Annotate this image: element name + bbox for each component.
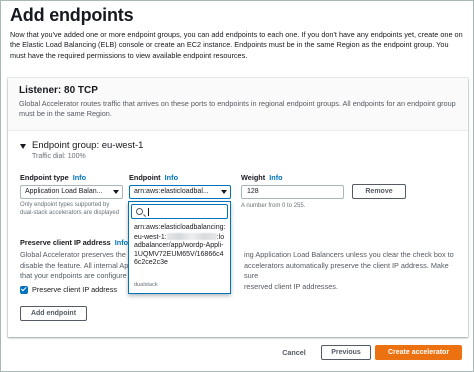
preserve-desc-right: ing Application Load Balancers unless yo… [244,250,460,292]
caret-down-icon [20,143,26,149]
page-title: Add endpoints [10,5,134,25]
preserve-desc-line-3-right: reserved client IP addresses. [244,281,338,291]
preserve-ip-label: Preserve client IP address Info [20,238,128,247]
preserve-desc-line-2-right: accelerators automatically preserve the … [244,260,449,281]
endpoint-dropdown: arn:aws:elasticloadbalancing:eu-west-1::… [128,201,231,294]
listener-header: Listener: 80 TCP Global Accelerator rout… [8,78,468,131]
listener-description: Global Accelerator routes traffic that a… [19,99,456,119]
traffic-dial-text: Traffic dial: 100% [32,153,86,160]
cancel-button[interactable]: Cancel [273,346,315,360]
endpoint-label: Endpoint Info [129,173,178,182]
endpoint-type-label-text: Endpoint type [20,173,69,182]
dropdown-arrow-icon [113,190,119,194]
dropdown-arrow-icon [221,190,227,194]
redacted-account-id [166,232,217,240]
endpoint-group-title: Endpoint group: eu-west-1 [32,140,144,151]
previous-button[interactable]: Previous [321,345,371,360]
endpoint-select[interactable]: arn:aws:elasticloadbal... [129,185,231,199]
endpoint-group-toggle[interactable]: Endpoint group: eu-west-1 [20,140,143,151]
listener-title: Listener: 80 TCP [19,85,98,96]
create-accelerator-button[interactable]: Create accelerator [375,345,462,360]
endpoint-type-info-link[interactable]: Info [73,173,86,182]
wizard-window: Add endpoints Now that you've added one … [0,0,474,372]
endpoint-info-link[interactable]: Info [165,173,178,182]
preserve-ip-info-link[interactable]: Info [115,238,128,247]
wizard-footer: Cancel Previous Create accelerator [1,342,473,362]
preserve-ip-label-text: Preserve client IP address [20,238,111,247]
page-intro: Now that you've added one or more endpoi… [10,30,463,60]
weight-input[interactable]: 128 [241,185,344,199]
preserve-desc-line-1-right: ing Application Load Balancers unless yo… [244,250,454,259]
endpoint-type-value: Application Load Balan... [25,188,103,195]
listener-card: Listener: 80 TCP Global Accelerator rout… [8,78,468,337]
add-endpoint-button[interactable]: Add endpoint [20,306,87,321]
weight-help: A number from 0 to 255. [241,203,306,209]
preserve-ip-description: Global Accelerator preserves the c disab… [20,250,460,291]
endpoint-search-input[interactable] [131,204,228,219]
preserve-ip-checkbox-row[interactable]: Preserve client IP address [20,285,117,294]
endpoint-value: arn:aws:elasticloadbal... [134,188,209,195]
endpoint-type-help: Only endpoint types supported by dual-st… [20,202,120,216]
weight-label: Weight Info [241,173,283,182]
text-cursor [148,208,149,216]
weight-info-link[interactable]: Info [269,173,282,182]
endpoint-option-tag: dualstack [134,282,158,288]
endpoint-type-label: Endpoint type Info [20,173,86,182]
weight-label-text: Weight [241,173,266,182]
preserve-ip-checkbox[interactable] [20,285,28,294]
endpoint-type-select[interactable]: Application Load Balan... [20,185,123,199]
endpoint-label-text: Endpoint [129,173,161,182]
preserve-ip-checkbox-label: Preserve client IP address [32,285,118,294]
search-icon [136,208,143,215]
remove-button[interactable]: Remove [352,184,406,199]
endpoint-option[interactable]: arn:aws:elasticloadbalancing:eu-west-1::… [134,224,227,268]
